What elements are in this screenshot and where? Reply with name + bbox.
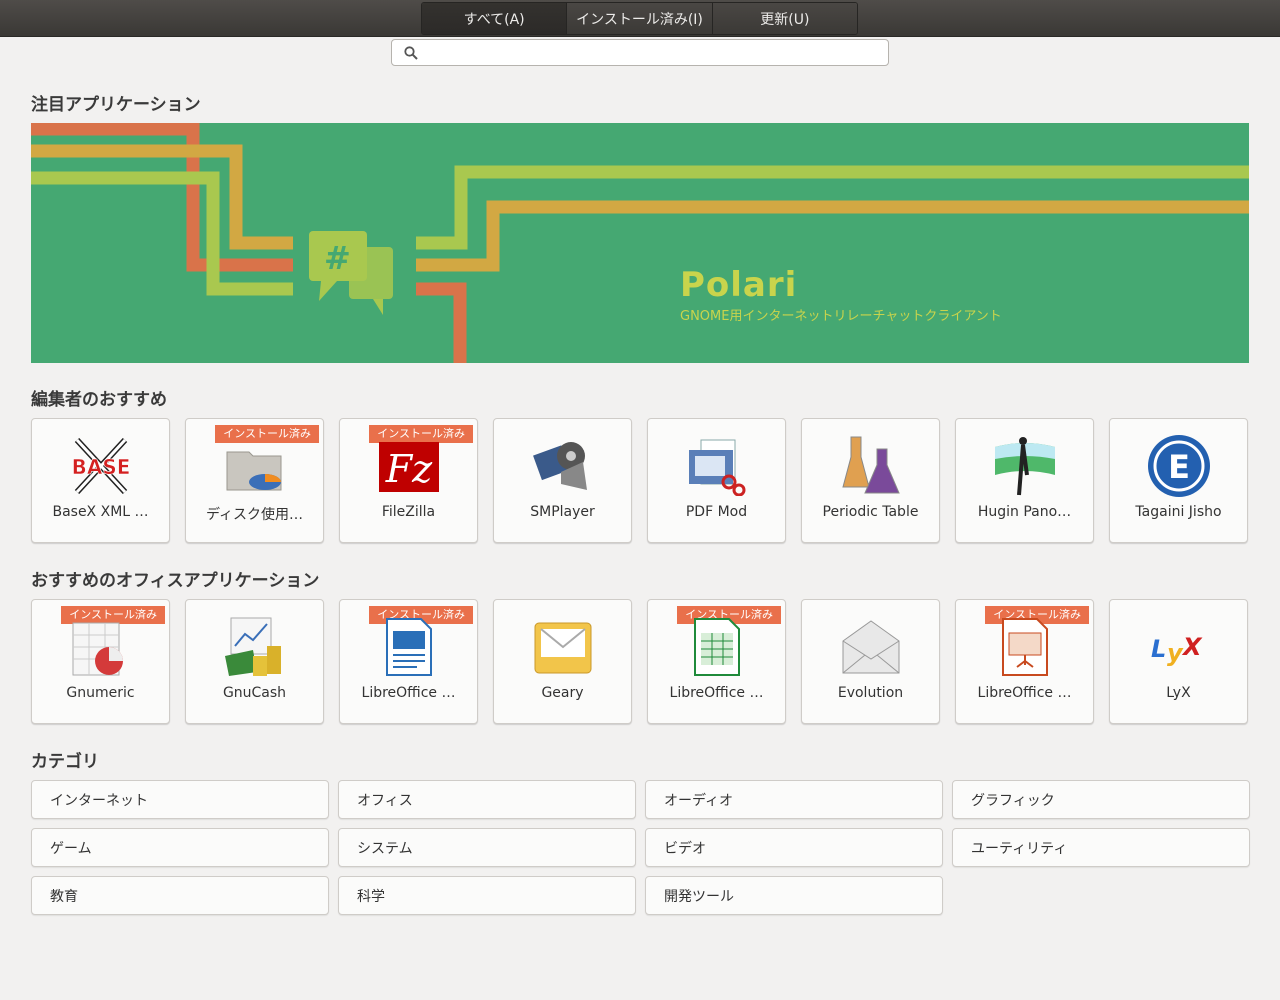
app-tile-evolution[interactable]: Evolution: [801, 599, 940, 724]
categories-grid: インターネット オフィス オーディオ グラフィック ゲーム システム ビデオ ユ…: [31, 780, 1250, 915]
category-utilities[interactable]: ユーティリティ: [952, 828, 1250, 867]
tagaini-jisho-icon: E: [1147, 434, 1211, 498]
banner-decoration: #: [31, 123, 1249, 363]
featured-section-title: 注目アプリケーション: [31, 95, 201, 115]
search-bar[interactable]: [391, 39, 889, 66]
app-name: GnuCash: [222, 685, 287, 701]
pdf-mod-icon: [685, 434, 749, 498]
app-tile-libreoffice-impress[interactable]: インストール済み LibreOffice …: [955, 599, 1094, 724]
app-tile-libreoffice-calc[interactable]: インストール済み LibreOffice …: [647, 599, 786, 724]
app-name: BaseX XML …: [52, 504, 149, 520]
office-grid: インストール済み Gnumeric GnuCash インストール済み Libre…: [31, 599, 1248, 724]
app-name: Evolution: [837, 685, 904, 701]
category-developer-tools[interactable]: 開発ツール: [645, 876, 943, 915]
evolution-icon: [839, 615, 903, 679]
office-section-title: おすすめのオフィスアプリケーション: [31, 571, 320, 591]
filezilla-icon: Fz: [377, 434, 441, 498]
app-name: ディスク使用…: [205, 507, 304, 523]
periodic-table-icon: [839, 434, 903, 498]
category-graphics[interactable]: グラフィック: [952, 780, 1250, 819]
featured-banner[interactable]: # Polari GNOME用インターネットリレーチャットクライアント: [31, 123, 1249, 363]
basex-icon: BASE: [69, 434, 133, 498]
app-name: Geary: [541, 685, 584, 701]
app-name: SMPlayer: [530, 504, 595, 520]
lyx-icon: L y X: [1147, 615, 1211, 679]
app-name: Tagaini Jisho: [1135, 504, 1222, 520]
libreoffice-impress-icon: [993, 615, 1057, 679]
app-name: LyX: [1166, 685, 1191, 701]
app-name: Periodic Table: [822, 504, 919, 520]
svg-text:E: E: [1168, 448, 1190, 486]
svg-text:#: #: [324, 239, 351, 277]
gnumeric-icon: [69, 615, 133, 679]
app-tile-filezilla[interactable]: インストール済み Fz FileZilla: [339, 418, 478, 543]
tab-all[interactable]: すべて(A): [422, 3, 568, 34]
app-name: LibreOffice …: [977, 685, 1072, 701]
app-tile-periodic-table[interactable]: Periodic Table: [801, 418, 940, 543]
app-tile-hugin[interactable]: Hugin Pano…: [955, 418, 1094, 543]
category-games[interactable]: ゲーム: [31, 828, 329, 867]
app-name: Hugin Pano…: [977, 504, 1072, 520]
featured-app-description: GNOME用インターネットリレーチャットクライアント: [680, 309, 1002, 324]
app-tile-disk-usage[interactable]: インストール済み ディスク使用…: [185, 418, 324, 543]
chat-icon: #: [309, 231, 393, 315]
app-tile-geary[interactable]: Geary: [493, 599, 632, 724]
app-tile-libreoffice-writer[interactable]: インストール済み LibreOffice …: [339, 599, 478, 724]
app-name: LibreOffice …: [361, 685, 456, 701]
geary-icon: [531, 615, 595, 679]
app-name: PDF Mod: [685, 504, 748, 520]
app-tile-gnucash[interactable]: GnuCash: [185, 599, 324, 724]
category-audio[interactable]: オーディオ: [645, 780, 943, 819]
disk-usage-icon: [223, 434, 287, 498]
app-name: FileZilla: [381, 504, 436, 520]
editors-picks-title: 編集者のおすすめ: [31, 390, 167, 410]
app-name: Gnumeric: [66, 685, 135, 701]
hugin-icon: [993, 434, 1057, 498]
libreoffice-writer-icon: [377, 615, 441, 679]
category-office[interactable]: オフィス: [338, 780, 636, 819]
app-tile-lyx[interactable]: L y X LyX: [1109, 599, 1248, 724]
svg-text:y: y: [1167, 639, 1184, 667]
smplayer-icon: [531, 434, 595, 498]
header-bar: すべて(A) インストール済み(I) 更新(U): [0, 0, 1280, 37]
svg-text:BASE: BASE: [72, 455, 131, 479]
app-tile-basex[interactable]: BASE BaseX XML …: [31, 418, 170, 543]
tab-updates[interactable]: 更新(U): [712, 3, 857, 34]
category-video[interactable]: ビデオ: [645, 828, 943, 867]
search-input[interactable]: [424, 41, 888, 64]
svg-text:Fz: Fz: [385, 447, 433, 491]
svg-text:L: L: [1151, 635, 1166, 663]
app-tile-smplayer[interactable]: SMPlayer: [493, 418, 632, 543]
categories-title: カテゴリ: [31, 752, 99, 772]
tab-installed[interactable]: インストール済み(I): [567, 3, 713, 34]
libreoffice-calc-icon: [685, 615, 749, 679]
category-internet[interactable]: インターネット: [31, 780, 329, 819]
editors-picks-grid: BASE BaseX XML … インストール済み ディスク使用… インストール…: [31, 418, 1248, 543]
app-name: LibreOffice …: [669, 685, 764, 701]
featured-app-name: Polari: [680, 265, 798, 305]
app-tile-pdf-mod[interactable]: PDF Mod: [647, 418, 786, 543]
view-switcher: すべて(A) インストール済み(I) 更新(U): [421, 2, 858, 35]
category-science[interactable]: 科学: [338, 876, 636, 915]
category-education[interactable]: 教育: [31, 876, 329, 915]
app-tile-tagaini-jisho[interactable]: E Tagaini Jisho: [1109, 418, 1248, 543]
search-icon: [404, 45, 418, 60]
gnucash-icon: [223, 615, 287, 679]
category-system[interactable]: システム: [338, 828, 636, 867]
svg-text:X: X: [1181, 633, 1203, 661]
app-tile-gnumeric[interactable]: インストール済み Gnumeric: [31, 599, 170, 724]
